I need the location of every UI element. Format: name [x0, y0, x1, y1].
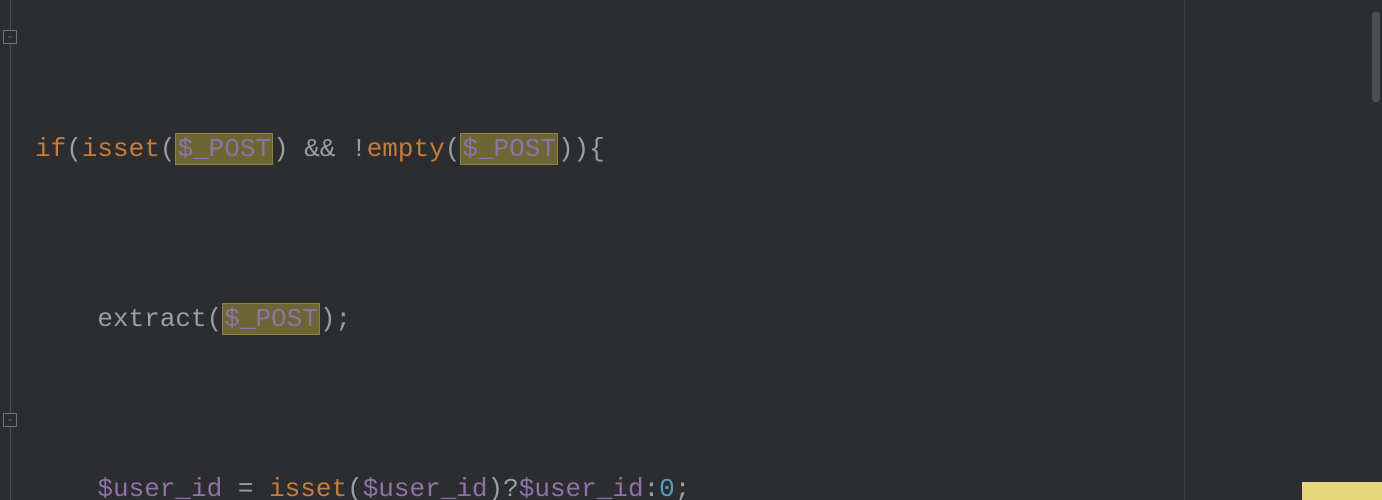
op: :	[644, 474, 660, 500]
fn-extract: extract	[97, 304, 206, 334]
code-line[interactable]: $user_id = isset($user_id)?$user_id:0;	[35, 468, 1382, 500]
code-editor[interactable]: - - if(isset($_POST) && !empty($_POST)){…	[0, 0, 1382, 500]
punct: (	[347, 474, 363, 500]
punct: );	[320, 304, 351, 334]
code-area[interactable]: if(isset($_POST) && !empty($_POST)){ ext…	[23, 0, 1382, 500]
punct: (	[160, 134, 176, 164]
code-line[interactable]: extract($_POST);	[35, 298, 1382, 341]
punct: ) && !	[273, 134, 367, 164]
keyword-isset: isset	[82, 134, 160, 164]
fold-toggle-top[interactable]: -	[3, 30, 17, 44]
gutter: - -	[0, 0, 23, 500]
keyword-isset: isset	[269, 474, 347, 500]
number: 0	[659, 474, 675, 500]
punct: )){	[558, 134, 605, 164]
punct: (	[207, 304, 223, 334]
scrollbar-vertical[interactable]	[1372, 12, 1380, 102]
var: $user_id	[97, 474, 222, 500]
var: $user_id	[363, 474, 488, 500]
keyword-if: if	[35, 134, 66, 164]
var-post: $_POST	[222, 303, 320, 335]
punct: )?	[488, 474, 519, 500]
minimap-highlight	[1302, 482, 1382, 500]
var-post: $_POST	[460, 133, 558, 165]
fold-toggle-bottom[interactable]: -	[3, 413, 17, 427]
punct: ;	[675, 474, 691, 500]
right-margin-line	[1184, 0, 1185, 500]
var: $user_id	[519, 474, 644, 500]
punct: (	[66, 134, 82, 164]
op: =	[222, 474, 269, 500]
code-line[interactable]: if(isset($_POST) && !empty($_POST)){	[35, 128, 1382, 171]
var-post: $_POST	[175, 133, 273, 165]
keyword-empty: empty	[367, 134, 445, 164]
punct: (	[445, 134, 461, 164]
